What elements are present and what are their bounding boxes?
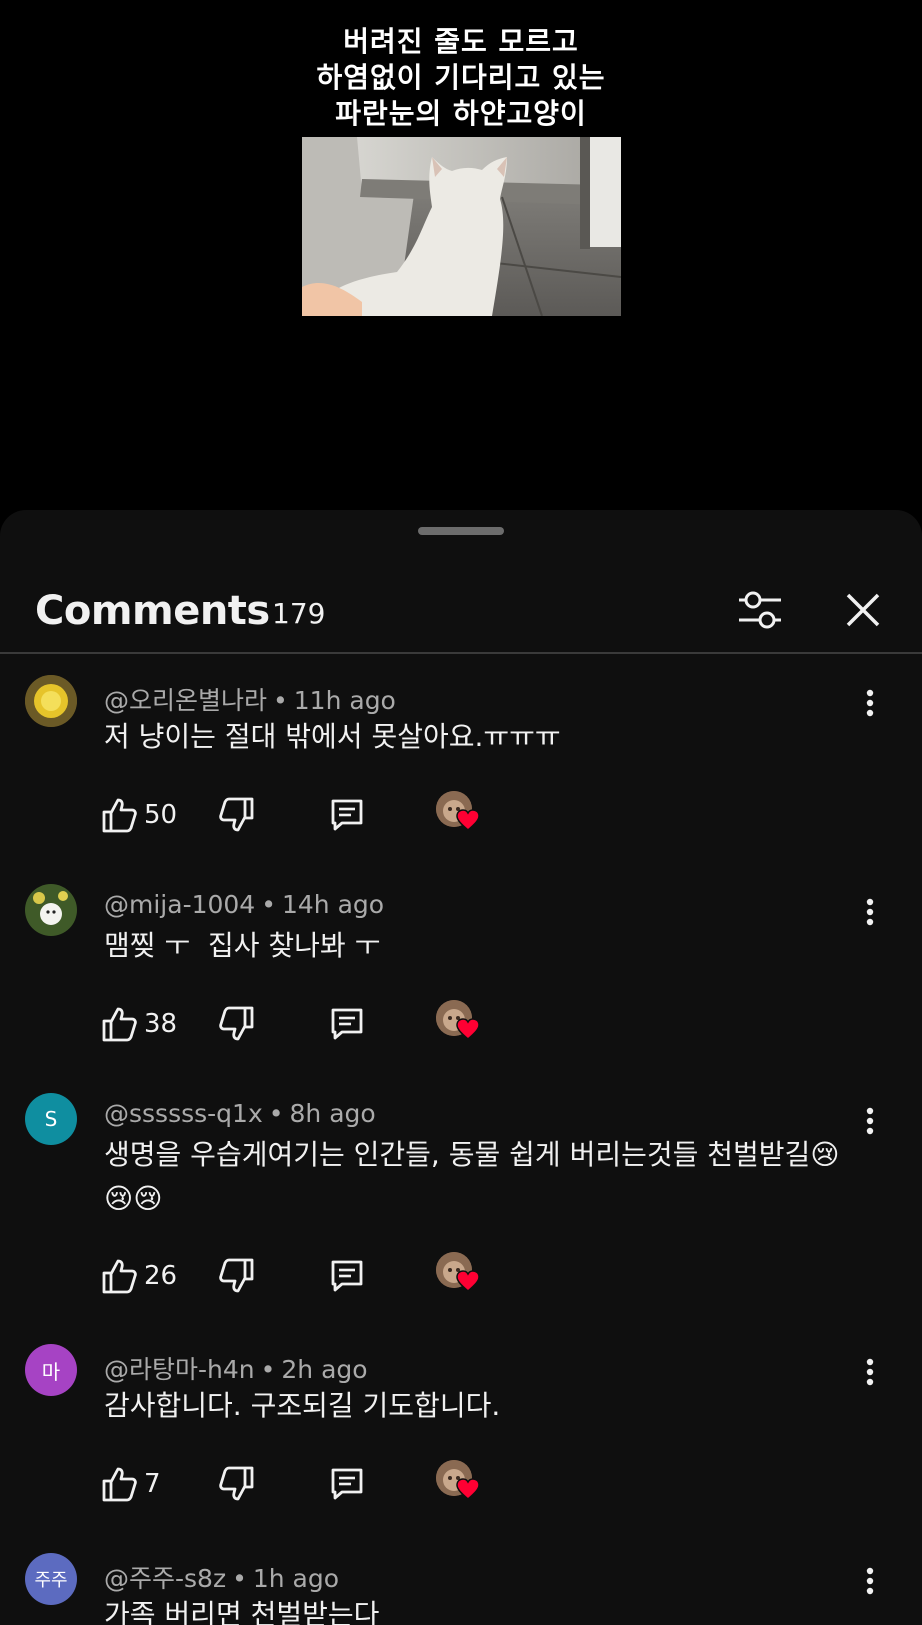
like-button[interactable]: 7 [100,1461,161,1507]
more-vert-icon [866,1567,874,1595]
caption-line: 하염없이 기다리고 있는 [316,61,606,94]
comment-text: 생명을 우습게여기는 인간들, 동물 쉽게 버리는것들 천벌받길😢😢😢 [104,1138,840,1215]
comment-meta: @오리온별나라 • 11h ago [104,686,396,715]
avatar[interactable]: 마 [25,1344,77,1396]
avatar-initial: 마 [41,1359,61,1384]
avatar-initial: 주주 [34,1570,68,1591]
avatar-image [25,675,77,727]
heart-icon [456,1478,480,1500]
avatar-image [25,884,77,936]
avatar[interactable]: S [25,1093,77,1145]
comments-header: Comments 179 [0,550,922,654]
comment-text: 맴찢 ㅜ 집사 찾나봐 ㅜ [104,929,381,962]
thumbs-up-icon [102,1007,137,1042]
comment-actions: 7 [100,1460,500,1507]
comment-author[interactable]: @ssssss-q1x [104,1099,263,1128]
comment-meta: @mija-1004 • 14h ago [104,890,385,919]
video-player[interactable]: 버려진 줄도 모르고 하염없이 기다리고 있는 파란눈의 하얀고양이 [0,0,922,512]
thumbs-down-icon [219,1006,254,1041]
caption-line: 파란눈의 하얀고양이 [335,97,587,130]
thumbs-up-icon [102,798,137,833]
comment-author[interactable]: @mija-1004 [104,890,255,919]
dislike-button[interactable] [218,792,256,838]
thumbs-up-icon [102,1467,137,1502]
reply-icon [331,1008,363,1040]
comments-sheet: Comments 179 @오리온별나라 • 11h ago 저 냥이는 절대 … [0,510,922,1625]
heart-icon [456,809,480,831]
reply-button[interactable] [328,792,366,838]
comments-count: 179 [272,597,326,630]
more-options-button[interactable] [858,1103,882,1139]
more-vert-icon [866,898,874,926]
thumbs-down-icon [219,1466,254,1501]
creator-heart [436,1000,482,1046]
dislike-button[interactable] [218,1253,256,1299]
filter-button[interactable] [732,582,788,638]
sliders-icon [739,591,781,629]
heart-icon [456,1270,480,1292]
dislike-button[interactable] [218,1461,256,1507]
comment-actions: 38 [100,1000,500,1047]
thumbs-down-icon [219,1258,254,1293]
more-vert-icon [866,1358,874,1386]
creator-heart [436,1252,482,1298]
close-button[interactable] [835,582,891,638]
caption-line: 버려진 줄도 모르고 [343,25,579,58]
comment-text: 감사합니다. 구조되길 기도합니다. [104,1389,501,1422]
video-caption: 버려진 줄도 모르고 하염없이 기다리고 있는 파란눈의 하얀고양이 [0,24,922,132]
like-count: 50 [144,800,178,830]
like-count: 7 [144,1469,161,1499]
reply-icon [331,1260,363,1292]
thumbs-up-icon [102,1259,137,1294]
more-vert-icon [866,1107,874,1135]
comment-meta: @ssssss-q1x • 8h ago [104,1099,376,1128]
reply-button[interactable] [328,1253,366,1299]
like-button[interactable]: 38 [100,1001,177,1047]
comment-meta: @주주-s8z • 1h ago [104,1564,340,1593]
comment-time: 1h ago [252,1564,340,1593]
avatar-initial: S [44,1107,58,1131]
drag-handle[interactable] [418,527,504,535]
comment-time: 8h ago [289,1099,376,1128]
reply-icon [331,799,363,831]
like-count: 38 [144,1009,178,1039]
comment-meta: @라탕마-h4n • 2h ago [104,1355,368,1384]
comment-actions: 26 [100,1252,500,1299]
creator-heart [436,791,482,837]
comment-author[interactable]: @라탕마-h4n [104,1355,255,1384]
comment-author[interactable]: @주주-s8z [104,1564,226,1593]
comment-actions: 50 [100,791,500,838]
more-vert-icon [866,689,874,717]
comment-time: 14h ago [281,890,385,919]
creator-heart [436,1460,482,1506]
dislike-button[interactable] [218,1001,256,1047]
like-button[interactable]: 50 [100,792,177,838]
like-button[interactable]: 26 [100,1253,177,1299]
heart-icon [456,1018,480,1040]
comment-author[interactable]: @오리온별나라 [104,686,267,715]
reply-icon [331,1468,363,1500]
reply-button[interactable] [328,1461,366,1507]
comment-text: 가족 버리면 천벌받는다 [104,1598,380,1625]
reply-button[interactable] [328,1001,366,1047]
close-icon [846,593,880,627]
thumbs-down-icon [219,797,254,832]
comment-text: 저 냥이는 절대 밖에서 못살아요.ㅠㅠㅠ [104,720,561,753]
avatar[interactable]: 주주 [25,1553,77,1605]
comments-title: Comments [35,588,270,634]
comment-time: 11h ago [293,686,396,715]
like-count: 26 [144,1261,178,1291]
avatar[interactable] [25,884,77,936]
comment-time: 2h ago [281,1355,368,1384]
avatar[interactable] [25,675,77,727]
video-frame-cat [302,137,621,316]
